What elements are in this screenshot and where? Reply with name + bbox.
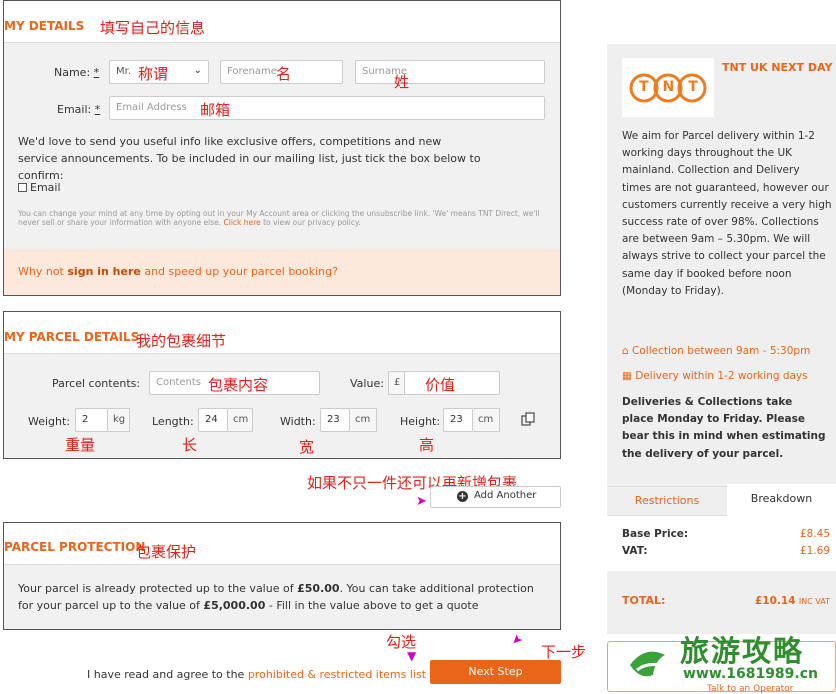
height-annotation: 高 bbox=[419, 436, 435, 454]
width-unit: cm bbox=[350, 408, 377, 432]
vat-label: VAT: bbox=[622, 545, 648, 557]
watermark-title: 旅游攻略 bbox=[680, 634, 805, 668]
mailing-info: We'd love to send you useful info like e… bbox=[18, 135, 481, 182]
tab-breakdown[interactable]: Breakdown bbox=[727, 484, 836, 516]
calendar-icon: ▦ bbox=[622, 370, 632, 382]
weight-input[interactable]: 2 bbox=[75, 408, 108, 432]
add-arrow-icon: ➤ bbox=[416, 494, 427, 509]
privacy-fine-print: You can change your mind at any time by … bbox=[18, 209, 540, 227]
tnt-logo-text: TNT bbox=[639, 79, 712, 95]
watermark-logo bbox=[625, 640, 680, 685]
breakdown-area bbox=[607, 516, 836, 571]
total-value: £10.14 INC VAT bbox=[754, 595, 830, 607]
email-annotation: 邮箱 bbox=[200, 101, 231, 119]
weight-annotation: 重量 bbox=[65, 436, 96, 454]
tab-restrictions[interactable]: Restrictions bbox=[607, 486, 727, 516]
value-label: Value: bbox=[350, 377, 384, 390]
operator-label: Talk to an Operator bbox=[707, 684, 794, 694]
signin-link[interactable]: sign in here bbox=[67, 265, 140, 278]
length-unit: cm bbox=[228, 408, 253, 432]
vat-value: £1.69 bbox=[799, 545, 830, 557]
base-price-value: £8.45 bbox=[799, 528, 830, 540]
height-label: Height: bbox=[400, 415, 441, 428]
email-label: Email: * bbox=[57, 103, 101, 116]
surname-annotation: 姓 bbox=[394, 73, 410, 91]
my-details-header bbox=[4, 1, 560, 43]
width-input[interactable]: 23 bbox=[320, 408, 350, 432]
delivery-notice: Deliveries & Collections take place Mond… bbox=[622, 396, 826, 460]
weight-label: Weight: bbox=[28, 415, 71, 428]
chevron-down-icon: ⌄ bbox=[193, 65, 202, 76]
restricted-items-link[interactable]: prohibited & restricted items list bbox=[248, 668, 426, 681]
name-label: Name: * bbox=[54, 66, 100, 79]
protection-annotation: 包裹保护 bbox=[136, 543, 197, 561]
next-arrow-icon: ➤ bbox=[507, 630, 526, 649]
height-unit: cm bbox=[473, 408, 500, 432]
next-annotation: 下一步 bbox=[541, 643, 587, 661]
currency-symbol: £ bbox=[388, 371, 405, 395]
email-checkbox-row[interactable]: Email bbox=[18, 181, 61, 194]
parcel-details-annotation: 我的包裹细节 bbox=[136, 332, 227, 350]
protection-text: Your parcel is already protected up to t… bbox=[18, 582, 534, 612]
delivery-time: ▦ Delivery within 1-2 working days bbox=[622, 370, 808, 382]
contents-label: Parcel contents: bbox=[52, 377, 141, 390]
contents-annotation: 包裹内容 bbox=[208, 376, 269, 394]
width-annotation: 宽 bbox=[299, 438, 315, 456]
email-checkbox-label: Email bbox=[30, 181, 61, 194]
service-name: TNT UK NEXT DAY bbox=[722, 61, 833, 74]
protection-title: PARCEL PROTECTION bbox=[4, 540, 146, 554]
service-description: We aim for Parcel delivery within 1-2 wo… bbox=[622, 130, 832, 297]
surname-input[interactable]: Surname bbox=[355, 60, 545, 84]
total-label: TOTAL: bbox=[622, 594, 666, 607]
base-price-label: Base Price: bbox=[622, 528, 689, 540]
parcel-details-title: MY PARCEL DETAILS bbox=[4, 330, 140, 344]
width-label: Width: bbox=[280, 415, 316, 428]
value-annotation: 价值 bbox=[425, 376, 456, 394]
title-annotation: 称谓 bbox=[138, 65, 169, 83]
my-details-annotation: 填写自己的信息 bbox=[100, 19, 206, 37]
email-input[interactable]: Email Address bbox=[109, 96, 545, 120]
check-arrow-icon: ▼ bbox=[407, 649, 417, 663]
signin-prompt: Why not sign in here and speed up your p… bbox=[18, 265, 338, 278]
copy-dimensions-icon[interactable] bbox=[521, 412, 535, 426]
height-input[interactable]: 23 bbox=[443, 408, 473, 432]
privacy-link[interactable]: Click here bbox=[224, 218, 261, 227]
agree-row: I have read and agree to the prohibited … bbox=[87, 668, 441, 681]
weight-unit: kg bbox=[108, 408, 130, 432]
add-another-label: Add Another bbox=[474, 490, 537, 501]
length-input[interactable]: 24 bbox=[198, 408, 228, 432]
home-icon: ⌂ bbox=[622, 345, 629, 357]
plus-circle-icon: + bbox=[457, 491, 468, 502]
next-step-button[interactable]: Next Step bbox=[430, 660, 561, 684]
tnt-logo: TNT bbox=[622, 58, 714, 117]
add-another-button[interactable]: + Add Another bbox=[430, 486, 561, 508]
my-details-title: MY DETAILS bbox=[4, 19, 85, 33]
forename-annotation: 名 bbox=[276, 65, 292, 83]
watermark-url: www.1681989.cn bbox=[683, 666, 818, 682]
length-annotation: 长 bbox=[182, 436, 198, 454]
collection-time: ⌂ Collection between 9am - 5:30pm bbox=[622, 345, 811, 357]
length-label: Length: bbox=[152, 415, 194, 428]
email-checkbox[interactable] bbox=[18, 183, 27, 192]
